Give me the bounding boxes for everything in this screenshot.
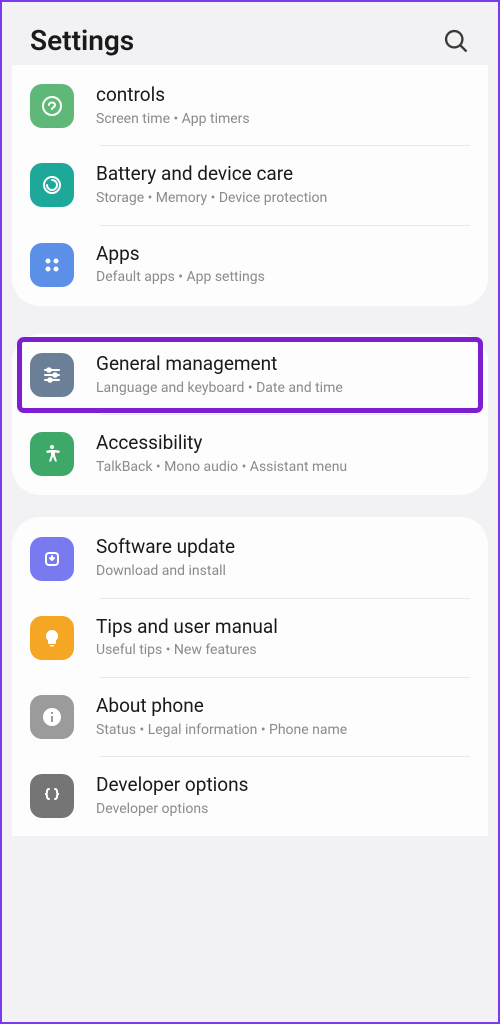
header: Settings xyxy=(2,2,498,71)
settings-item-accessibility[interactable]: Accessibility TalkBack • Mono audio • As… xyxy=(12,415,488,493)
search-button[interactable] xyxy=(442,27,470,55)
item-title: About phone xyxy=(96,694,470,719)
item-subtitle: Storage • Memory • Device protection xyxy=(96,189,470,209)
item-text: Accessibility TalkBack • Mono audio • As… xyxy=(96,431,470,477)
battery-care-icon xyxy=(30,163,74,207)
accessibility-icon xyxy=(30,432,74,476)
settings-group: controls Screen time • App timers Batter… xyxy=(12,65,488,306)
info-icon xyxy=(30,695,74,739)
item-title: Apps xyxy=(96,242,470,267)
settings-item-developer-options[interactable]: Developer options Developer options xyxy=(12,757,488,835)
item-title: Software update xyxy=(96,535,470,560)
item-subtitle: Developer options xyxy=(96,800,470,820)
item-title: General management xyxy=(96,352,470,377)
apps-icon xyxy=(30,243,74,287)
search-icon xyxy=(442,27,470,55)
item-text: Battery and device care Storage • Memory… xyxy=(96,162,470,208)
item-text: Software update Download and install xyxy=(96,535,470,581)
braces-icon xyxy=(30,774,74,818)
settings-item-software-update[interactable]: Software update Download and install xyxy=(12,519,488,597)
item-subtitle: Default apps • App settings xyxy=(96,268,470,288)
item-title: Tips and user manual xyxy=(96,615,470,640)
item-title: Developer options xyxy=(96,773,470,798)
item-subtitle: Language and keyboard • Date and time xyxy=(96,379,470,399)
item-title: Battery and device care xyxy=(96,162,470,187)
item-text: Developer options Developer options xyxy=(96,773,470,819)
item-title: Accessibility xyxy=(96,431,470,456)
settings-group: General management Language and keyboard… xyxy=(12,334,488,496)
update-icon xyxy=(30,537,74,581)
item-text: Apps Default apps • App settings xyxy=(96,242,470,288)
item-subtitle: Status • Legal information • Phone name xyxy=(96,721,470,741)
settings-group: Software update Download and install Tip… xyxy=(12,517,488,835)
sliders-icon xyxy=(30,353,74,397)
settings-item-apps[interactable]: Apps Default apps • App settings xyxy=(12,226,488,304)
item-text: controls Screen time • App timers xyxy=(96,83,470,129)
item-text: About phone Status • Legal information •… xyxy=(96,694,470,740)
settings-item-controls[interactable]: controls Screen time • App timers xyxy=(12,67,488,145)
settings-item-general-management[interactable]: General management Language and keyboard… xyxy=(18,338,482,412)
item-title: controls xyxy=(96,83,470,108)
item-subtitle: Screen time • App timers xyxy=(96,110,470,130)
settings-item-tips[interactable]: Tips and user manual Useful tips • New f… xyxy=(12,599,488,677)
item-subtitle: Useful tips • New features xyxy=(96,641,470,661)
wellbeing-icon xyxy=(30,84,74,128)
settings-item-about-phone[interactable]: About phone Status • Legal information •… xyxy=(12,678,488,756)
page-title: Settings xyxy=(30,24,134,57)
item-text: Tips and user manual Useful tips • New f… xyxy=(96,615,470,661)
settings-item-battery[interactable]: Battery and device care Storage • Memory… xyxy=(12,146,488,224)
item-subtitle: Download and install xyxy=(96,562,470,582)
lightbulb-icon xyxy=(30,616,74,660)
item-text: General management Language and keyboard… xyxy=(96,352,470,398)
item-subtitle: TalkBack • Mono audio • Assistant menu xyxy=(96,458,470,478)
